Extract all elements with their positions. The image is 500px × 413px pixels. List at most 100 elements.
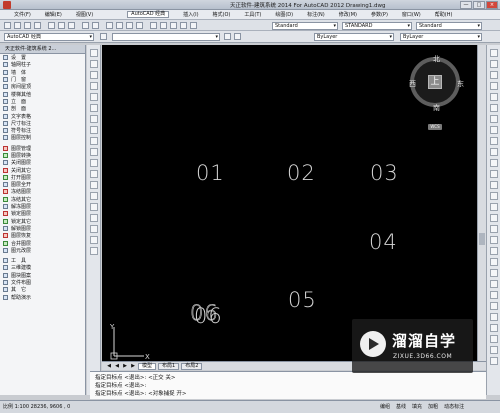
screen-menu-item[interactable]: 立 面 [0,98,85,105]
screen-menu-item[interactable]: 锁定图层 [0,210,85,217]
toggle-bold[interactable]: 加粗 [428,401,438,413]
command-prompt-line[interactable]: 指定目标点 <退出>: <对象捕捉 开> [95,390,481,398]
viewcube-west[interactable]: 西 [409,79,416,89]
screen-menu-item[interactable]: 冻结其它 [0,196,85,203]
tool-palettes-icon[interactable] [170,22,177,29]
osnap-midpoint-icon[interactable] [490,236,498,244]
viewcube-top-face[interactable]: 上 [428,75,442,89]
layer-previous-icon[interactable] [234,33,241,40]
polygon-icon[interactable] [90,82,98,90]
color-combo[interactable]: ByLayer [314,33,394,41]
menu-help[interactable]: 帮助(H) [435,11,453,18]
screen-menu-item[interactable]: 尺寸标注 [0,120,85,127]
viewcube-south[interactable]: 南 [433,103,440,113]
screen-menu-item[interactable]: 房间屋顶 [0,83,85,90]
revision-cloud-icon[interactable] [90,126,98,134]
command-line[interactable]: 指定目标点 <退出>: <正交 关> 指定目标点 <退出>: 指定目标点 <退出… [90,371,486,399]
print-icon[interactable] [34,22,41,29]
osnap-perpendicular-icon[interactable] [490,291,498,299]
fillet-icon[interactable] [490,203,498,211]
osnap-quadrant-icon[interactable] [490,269,498,277]
menu-modify[interactable]: 修改(M) [339,11,357,18]
maximize-button[interactable]: □ [473,1,485,9]
toggle-group[interactable]: 编组 [380,401,390,413]
drawing-label-02[interactable]: 02 [287,161,316,185]
construction-line-icon[interactable] [90,60,98,68]
screen-menu-item[interactable]: 图层恢复 [0,232,85,239]
screen-menu-item[interactable]: 文字表格 [0,112,85,120]
screen-menu-item[interactable]: 打开图层 [0,174,85,181]
design-center-icon[interactable] [160,22,167,29]
menu-insert[interactable]: 插入(I) [183,11,198,18]
minimize-button[interactable]: — [460,1,472,9]
drawing-label-04[interactable]: 04 [369,230,398,254]
array-icon[interactable] [490,93,498,101]
dim-style-combo[interactable]: STANDARD [342,22,412,30]
point-icon[interactable] [90,192,98,200]
copy-object-icon[interactable] [490,60,498,68]
layer-combo[interactable] [112,33,220,41]
chamfer-icon[interactable] [490,192,498,200]
osnap-parallel-icon[interactable] [490,302,498,310]
drawing-label-06-copy[interactable]: 06 [194,304,223,328]
screen-menu-item[interactable]: 三维建模 [0,264,85,271]
screen-menu-item[interactable]: 剖 面 [0,105,85,112]
toggle-dynamic-dim[interactable]: 动态标注 [444,401,464,413]
tab-first-button[interactable]: ◀ [106,363,112,369]
gradient-icon[interactable] [90,214,98,222]
new-file-icon[interactable] [4,22,11,29]
menu-file[interactable]: 文件(F) [14,11,31,18]
screen-menu-item[interactable]: 文件布图 [0,279,85,286]
tab-prev-button[interactable]: ◀ [114,363,120,369]
menu-window[interactable]: 窗口(W) [402,11,421,18]
mirror-icon[interactable] [490,71,498,79]
screen-menu-item[interactable]: 工 具 [0,257,85,264]
screen-menu-item[interactable]: 其 它 [0,286,85,293]
tab-layout1[interactable]: 布局1 [158,362,180,370]
drawing-label-03[interactable]: 03 [370,161,399,185]
viewcube-north[interactable]: 北 [433,54,440,64]
screen-menu-item[interactable]: 图元改层 [0,247,85,254]
arc-icon[interactable] [90,104,98,112]
paste-icon[interactable] [68,22,75,29]
pan-icon[interactable] [106,22,113,29]
osnap-center-icon[interactable] [490,258,498,266]
scale-icon[interactable] [490,126,498,134]
osnap-settings-icon[interactable] [490,357,498,365]
table-icon[interactable] [90,236,98,244]
wcs-menu[interactable]: WCS [428,124,442,130]
move-icon[interactable] [490,104,498,112]
break-icon[interactable] [490,170,498,178]
osnap-none-icon[interactable] [490,346,498,354]
screen-menu-item[interactable]: 楼梯其他 [0,90,85,98]
menu-dimension[interactable]: 标注(N) [307,11,325,18]
workspace-menu[interactable]: AutoCAD 经典 [127,11,170,18]
copy-icon[interactable] [58,22,65,29]
vertical-scrollbar[interactable] [477,45,486,361]
screen-menu-item[interactable]: 轴网柱子 [0,61,85,68]
tab-last-button[interactable]: ▶ [130,363,136,369]
menu-format[interactable]: 格式(O) [213,11,231,18]
app-icon[interactable] [3,1,11,9]
rotate-icon[interactable] [490,115,498,123]
layer-properties-icon[interactable] [100,33,107,40]
screen-menu-item[interactable]: 锁定其它 [0,218,85,225]
save-icon[interactable] [24,22,31,29]
stretch-icon[interactable] [490,137,498,145]
cut-icon[interactable] [48,22,55,29]
insert-block-icon[interactable] [90,170,98,178]
linetype-combo[interactable]: ByLayer [400,33,482,41]
properties-icon[interactable] [150,22,157,29]
tab-layout2[interactable]: 布局2 [181,362,203,370]
open-file-icon[interactable] [14,22,21,29]
region-icon[interactable] [90,225,98,233]
ellipse-arc-icon[interactable] [90,159,98,167]
screen-menu-item[interactable]: 解冻图层 [0,203,85,210]
osnap-nearest-icon[interactable] [490,335,498,343]
toggle-baseline[interactable]: 基线 [396,401,406,413]
join-icon[interactable] [490,181,498,189]
make-block-icon[interactable] [90,181,98,189]
screen-menu-item[interactable]: 冻结图层 [0,188,85,195]
circle-icon[interactable] [90,115,98,123]
zoom-icon[interactable] [116,22,123,29]
